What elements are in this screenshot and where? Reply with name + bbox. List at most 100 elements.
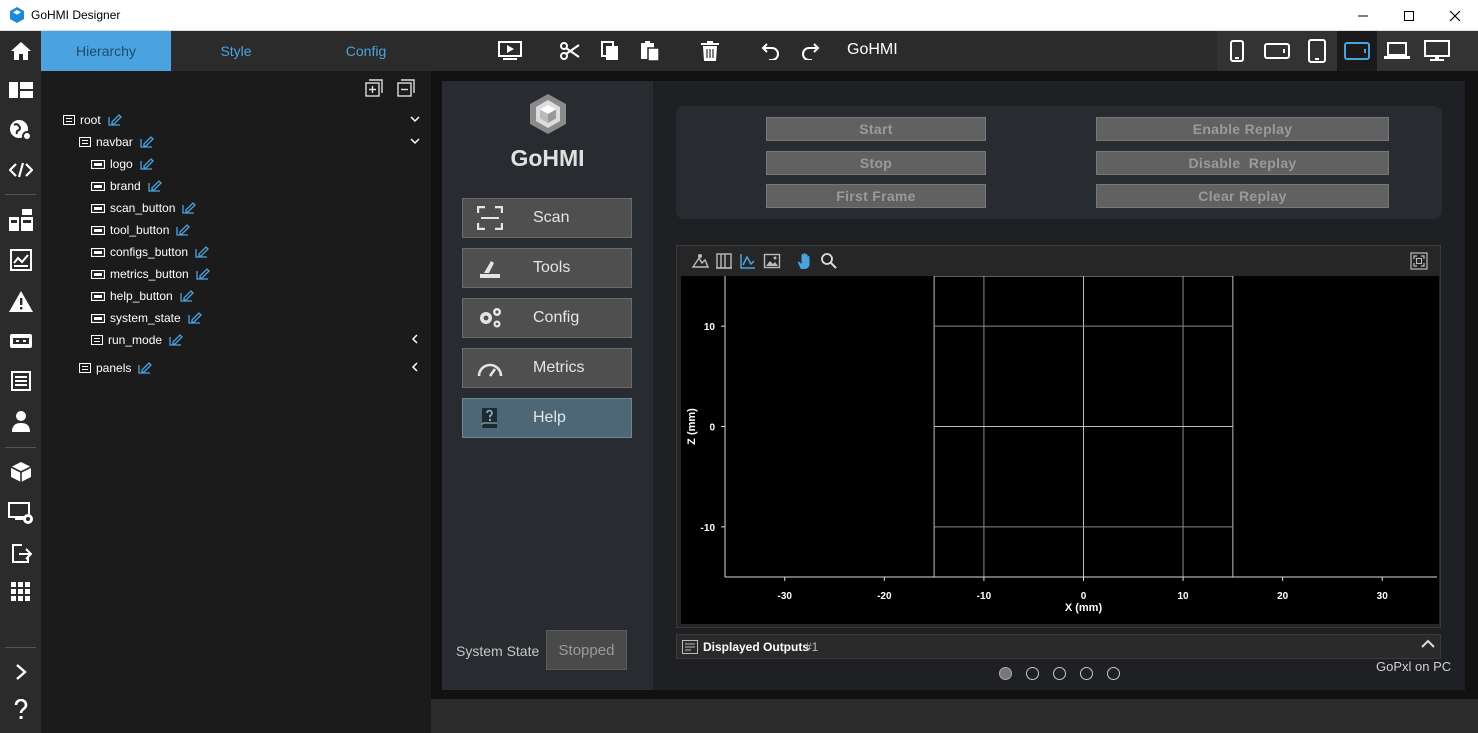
tree-node-help-button[interactable]: help_button bbox=[41, 285, 431, 307]
tools-button[interactable]: Tools bbox=[462, 248, 632, 288]
pan-hand-icon[interactable] bbox=[796, 252, 814, 270]
metrics-button[interactable]: Metrics bbox=[462, 348, 632, 388]
device-icon[interactable] bbox=[0, 326, 41, 356]
zoom-icon[interactable] bbox=[820, 252, 838, 270]
chevron-down-icon[interactable] bbox=[409, 113, 421, 125]
code-icon[interactable] bbox=[0, 155, 41, 185]
start-button[interactable]: Start bbox=[766, 117, 986, 141]
page-dot[interactable] bbox=[1080, 667, 1093, 680]
paste-icon[interactable] bbox=[638, 39, 662, 63]
device-size-selector bbox=[1217, 31, 1478, 71]
link-edit-icon[interactable] bbox=[180, 290, 194, 302]
brand-label: GoHMI bbox=[510, 145, 585, 171]
chevron-down-icon[interactable] bbox=[409, 135, 421, 147]
y-tick-label: 0 bbox=[709, 423, 715, 434]
clear-replay-button[interactable]: Clear Replay bbox=[1096, 184, 1389, 208]
profile-tool-icon[interactable] bbox=[691, 252, 709, 270]
tree-node-logo[interactable]: logo bbox=[41, 153, 431, 175]
export-icon[interactable] bbox=[0, 538, 41, 568]
tab-hierarchy[interactable]: Hierarchy bbox=[41, 31, 171, 71]
layout-icon[interactable] bbox=[0, 75, 41, 105]
image-view-icon[interactable] bbox=[763, 252, 781, 270]
collapse-all-icon[interactable] bbox=[397, 79, 417, 99]
preview-icon[interactable] bbox=[498, 39, 522, 63]
tree-node-label: configs_button bbox=[110, 245, 189, 259]
tree-node-system-state[interactable]: system_state bbox=[41, 307, 431, 329]
help-book-icon bbox=[477, 406, 503, 430]
link-edit-icon[interactable] bbox=[108, 114, 122, 126]
system-state-label: System State bbox=[456, 643, 540, 659]
expand-all-icon[interactable] bbox=[365, 79, 385, 99]
fit-view-icon[interactable] bbox=[1410, 252, 1428, 270]
config-button[interactable]: Config bbox=[462, 298, 632, 338]
tab-config[interactable]: Config bbox=[301, 31, 431, 71]
link-edit-icon[interactable] bbox=[182, 202, 197, 214]
expand-chevron-icon[interactable] bbox=[0, 657, 41, 687]
tablet-portrait-icon[interactable] bbox=[1297, 31, 1337, 71]
phone-landscape-icon[interactable] bbox=[1257, 31, 1297, 71]
tree-node-panels[interactable]: panels bbox=[41, 357, 431, 379]
tree-node-navbar[interactable]: navbar bbox=[41, 131, 431, 153]
link-edit-icon[interactable] bbox=[148, 180, 162, 192]
first-frame-button[interactable]: First Frame bbox=[766, 184, 986, 208]
globe-settings-icon[interactable] bbox=[0, 115, 41, 145]
link-edit-icon[interactable] bbox=[195, 246, 209, 258]
page-dot[interactable] bbox=[1026, 667, 1039, 680]
link-edit-icon[interactable] bbox=[176, 224, 191, 236]
columns-tool-icon[interactable] bbox=[715, 252, 733, 270]
page-dot[interactable] bbox=[1107, 667, 1120, 680]
copy-icon[interactable] bbox=[598, 39, 622, 63]
home-icon[interactable] bbox=[0, 36, 41, 66]
page-dot[interactable] bbox=[999, 667, 1012, 680]
help-button[interactable]: Help bbox=[462, 398, 632, 438]
maximize-button[interactable] bbox=[1386, 0, 1432, 31]
profile-view-icon[interactable] bbox=[739, 252, 757, 270]
link-edit-icon[interactable] bbox=[138, 362, 153, 374]
link-edit-icon[interactable] bbox=[169, 334, 183, 346]
link-edit-icon[interactable] bbox=[140, 158, 154, 170]
laptop-icon[interactable] bbox=[1377, 31, 1417, 71]
tablet-landscape-icon[interactable] bbox=[1337, 31, 1377, 71]
grid-apps-icon[interactable] bbox=[0, 577, 41, 607]
link-edit-icon[interactable] bbox=[188, 312, 202, 324]
displayed-outputs-bar[interactable]: Displayed Outputs #1 bbox=[676, 634, 1441, 659]
disable-replay-button[interactable]: Disable Replay bbox=[1096, 151, 1389, 175]
screen-settings-icon[interactable] bbox=[0, 498, 41, 528]
chevron-up-icon[interactable] bbox=[1420, 638, 1436, 650]
chart-panel-icon[interactable] bbox=[0, 245, 41, 275]
user-icon[interactable] bbox=[0, 406, 41, 436]
warning-icon[interactable] bbox=[0, 286, 41, 316]
close-button[interactable] bbox=[1432, 0, 1478, 31]
scan-button[interactable]: Scan bbox=[462, 198, 632, 238]
chevron-left-icon[interactable] bbox=[409, 361, 421, 373]
link-edit-icon[interactable] bbox=[140, 136, 154, 148]
tab-style[interactable]: Style bbox=[171, 31, 301, 71]
tree-node-label: panels bbox=[96, 361, 132, 375]
stop-button[interactable]: Stop bbox=[766, 151, 986, 175]
tree-node-root[interactable]: root bbox=[41, 109, 431, 131]
tree-node-tool-button[interactable]: tool_button bbox=[41, 219, 431, 241]
tree-node-brand[interactable]: brand bbox=[41, 175, 431, 197]
x-tick-label: 30 bbox=[1377, 591, 1389, 602]
redo-icon[interactable] bbox=[798, 39, 822, 63]
tree-node-run-mode[interactable]: run_mode bbox=[41, 329, 431, 351]
page-dot[interactable] bbox=[1053, 667, 1066, 680]
delete-trash-icon[interactable] bbox=[698, 39, 722, 63]
tree-node-metrics-button[interactable]: metrics_button bbox=[41, 263, 431, 285]
undo-icon[interactable] bbox=[759, 39, 783, 63]
help-question-icon[interactable] bbox=[0, 695, 41, 725]
package-icon[interactable] bbox=[0, 457, 41, 487]
desktop-monitor-icon[interactable] bbox=[1417, 31, 1457, 71]
minimize-button[interactable] bbox=[1340, 0, 1386, 31]
list-icon[interactable] bbox=[0, 366, 41, 396]
chevron-left-icon[interactable] bbox=[409, 333, 421, 345]
profile-plot[interactable]: -30 -20 -10 0 10 20 30 -10 0 10 X (mm) Z (mm) bbox=[681, 276, 1439, 624]
tree-node-scan-button[interactable]: scan_button bbox=[41, 197, 431, 219]
phone-portrait-icon[interactable] bbox=[1217, 31, 1257, 71]
separator bbox=[5, 447, 36, 448]
link-edit-icon[interactable] bbox=[196, 268, 210, 280]
widgets-icon[interactable] bbox=[0, 205, 41, 235]
tree-node-configs-button[interactable]: configs_button bbox=[41, 241, 431, 263]
cut-icon[interactable] bbox=[558, 39, 582, 63]
enable-replay-button[interactable]: Enable Replay bbox=[1096, 117, 1389, 141]
